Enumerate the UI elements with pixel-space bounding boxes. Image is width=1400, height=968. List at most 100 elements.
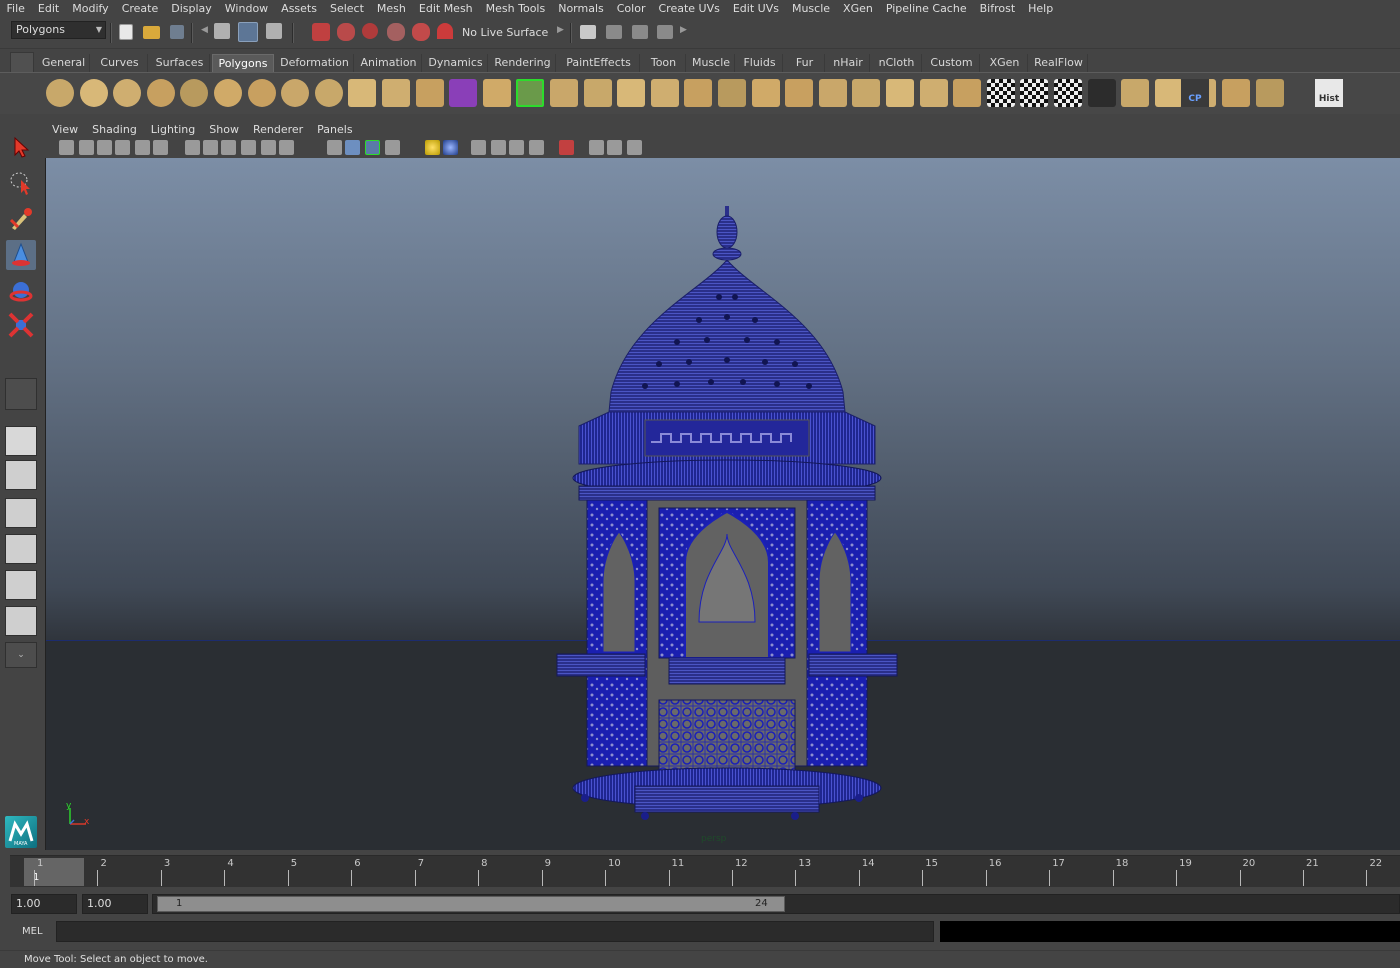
isolate-select-icon[interactable] <box>559 140 574 155</box>
current-time-indicator[interactable]: 1 <box>24 858 84 886</box>
triangulate-icon[interactable] <box>919 79 948 107</box>
command-language-label[interactable]: MEL <box>22 926 43 937</box>
make-live-icon[interactable] <box>412 23 430 41</box>
graph-editor-layout-icon[interactable] <box>5 534 37 564</box>
bridge-icon[interactable] <box>516 79 545 107</box>
shelf-tab-painteffects[interactable]: PaintEffects <box>558 54 640 72</box>
open-scene-icon[interactable] <box>143 26 160 39</box>
uv-square-icon[interactable] <box>1121 79 1150 107</box>
last-tool-button[interactable] <box>5 378 37 410</box>
panel-menu-renderer[interactable]: Renderer <box>246 123 310 136</box>
xray-components-icon[interactable] <box>627 140 642 155</box>
reduce-icon[interactable] <box>886 79 914 107</box>
menu-normals[interactable]: Normals <box>552 2 611 15</box>
cylinder-icon[interactable] <box>113 79 142 107</box>
snap-point-icon[interactable] <box>362 23 378 39</box>
shelf-tab-fluids[interactable]: Fluids <box>737 54 783 72</box>
motion-blur-icon[interactable] <box>491 140 506 155</box>
playback-start-field[interactable]: 1.00 <box>82 894 148 914</box>
shelf-tab-curves[interactable]: Curves <box>92 54 148 72</box>
shelf-tab-polygons[interactable]: Polygons <box>212 54 274 72</box>
menu-edit-uvs[interactable]: Edit UVs <box>726 2 785 15</box>
uv-cut-icon[interactable] <box>1255 79 1284 107</box>
shelf-tab-fur[interactable]: Fur <box>785 54 825 72</box>
soccer-ball-icon[interactable] <box>314 79 343 107</box>
film-gate-icon[interactable] <box>203 140 218 155</box>
save-scene-icon[interactable] <box>170 25 184 39</box>
panel-menu-panels[interactable]: Panels <box>310 123 359 136</box>
menuset-dropdown[interactable]: Polygons ▼ <box>11 21 106 39</box>
image-plane-icon[interactable] <box>115 140 130 155</box>
paint-select-tool-icon[interactable] <box>6 204 36 234</box>
panel-menu-lighting[interactable]: Lighting <box>144 123 202 136</box>
render-view-icon[interactable] <box>580 25 596 39</box>
scale-tool-icon[interactable] <box>6 310 36 340</box>
use-lights-icon[interactable] <box>425 140 440 155</box>
menu-bifrost[interactable]: Bifrost <box>973 2 1022 15</box>
resolution-gate-icon[interactable] <box>221 140 236 155</box>
collapse-arrow-icon[interactable]: ◀ <box>201 25 208 35</box>
uv-checker2-icon[interactable] <box>1020 79 1049 107</box>
persp-viewport[interactable]: y x persp <box>45 158 1400 850</box>
cp-button[interactable]: CP <box>1181 79 1209 107</box>
extrude-icon[interactable] <box>482 79 511 107</box>
wireframe-icon[interactable] <box>327 140 342 155</box>
snap-curve-icon[interactable] <box>337 23 355 41</box>
four-pane-layout-icon[interactable] <box>5 460 37 490</box>
field-chart-icon[interactable] <box>261 140 276 155</box>
menu-pipeline-cache[interactable]: Pipeline Cache <box>879 2 973 15</box>
time-slider[interactable]: 1 1 2 3 4 5 6 7 8 9 10 11 12 13 14 15 16 17 18 19 20 21 22 <box>10 855 1400 887</box>
menu-help[interactable]: Help <box>1022 2 1060 15</box>
shelf-tab-animation[interactable]: Animation <box>356 54 422 72</box>
menu-create-uvs[interactable]: Create UVs <box>652 2 726 15</box>
uv-sphere-icon[interactable] <box>1087 79 1116 107</box>
uv-checker-icon[interactable] <box>986 79 1015 107</box>
uv-checker3-icon[interactable] <box>1054 79 1082 107</box>
plane-icon[interactable] <box>180 79 209 107</box>
render-frame-icon[interactable] <box>606 25 622 39</box>
outliner-layout-icon[interactable] <box>5 498 37 528</box>
menu-xgen[interactable]: XGen <box>837 2 880 15</box>
xray-joints-icon[interactable] <box>607 140 622 155</box>
select-hierarchy-icon[interactable] <box>214 23 230 39</box>
menu-modify[interactable]: Modify <box>66 2 115 15</box>
quadrangulate-icon[interactable] <box>953 79 982 107</box>
panel-menu-view[interactable]: View <box>45 123 85 136</box>
select-object-icon[interactable] <box>238 22 258 42</box>
shelf-tab-muscle[interactable]: Muscle <box>688 54 735 72</box>
depth-of-field-icon[interactable] <box>529 140 544 155</box>
merge-icon[interactable] <box>718 79 746 107</box>
screen-space-ao-icon[interactable] <box>471 140 486 155</box>
xray-icon[interactable] <box>589 140 604 155</box>
command-input[interactable] <box>56 921 934 942</box>
fill-hole-icon[interactable] <box>785 79 814 107</box>
shelf-tab-deformation[interactable]: Deformation <box>276 54 354 72</box>
menu-create[interactable]: Create <box>115 2 165 15</box>
hypershade-layout-icon[interactable] <box>5 570 37 600</box>
hist-button[interactable]: Hist <box>1315 79 1343 107</box>
gate-mask-icon[interactable] <box>241 140 256 155</box>
magnet-icon[interactable] <box>437 23 453 39</box>
layout-more-button[interactable]: ⌄ <box>5 642 37 668</box>
panel-menu-shading[interactable]: Shading <box>85 123 144 136</box>
shelf-tab-dynamics[interactable]: Dynamics <box>424 54 488 72</box>
menu-select[interactable]: Select <box>323 2 370 15</box>
single-pane-layout-icon[interactable] <box>5 426 37 456</box>
smooth-shade-icon[interactable] <box>345 140 360 155</box>
menu-mesh[interactable]: Mesh <box>370 2 412 15</box>
menu-muscle[interactable]: Muscle <box>785 2 836 15</box>
snap-grid-icon[interactable] <box>312 23 330 41</box>
shelf-tab-ncloth[interactable]: nCloth <box>872 54 922 72</box>
select-component-icon[interactable] <box>266 23 282 39</box>
shelf-tab-rendering[interactable]: Rendering <box>490 54 556 72</box>
shelf-tab-surfaces[interactable]: Surfaces <box>150 54 210 72</box>
render-settings-icon[interactable] <box>657 25 673 39</box>
move-tool-icon[interactable] <box>6 240 36 270</box>
ipr-render-icon[interactable] <box>632 25 648 39</box>
menu-file[interactable]: File <box>0 2 31 15</box>
lasso-tool-icon[interactable] <box>6 168 36 198</box>
camera-attributes-icon[interactable] <box>79 140 94 155</box>
uv-prism-icon[interactable] <box>1154 79 1183 107</box>
sphere-icon[interactable] <box>46 79 74 107</box>
purple-cube-icon[interactable] <box>449 79 478 107</box>
